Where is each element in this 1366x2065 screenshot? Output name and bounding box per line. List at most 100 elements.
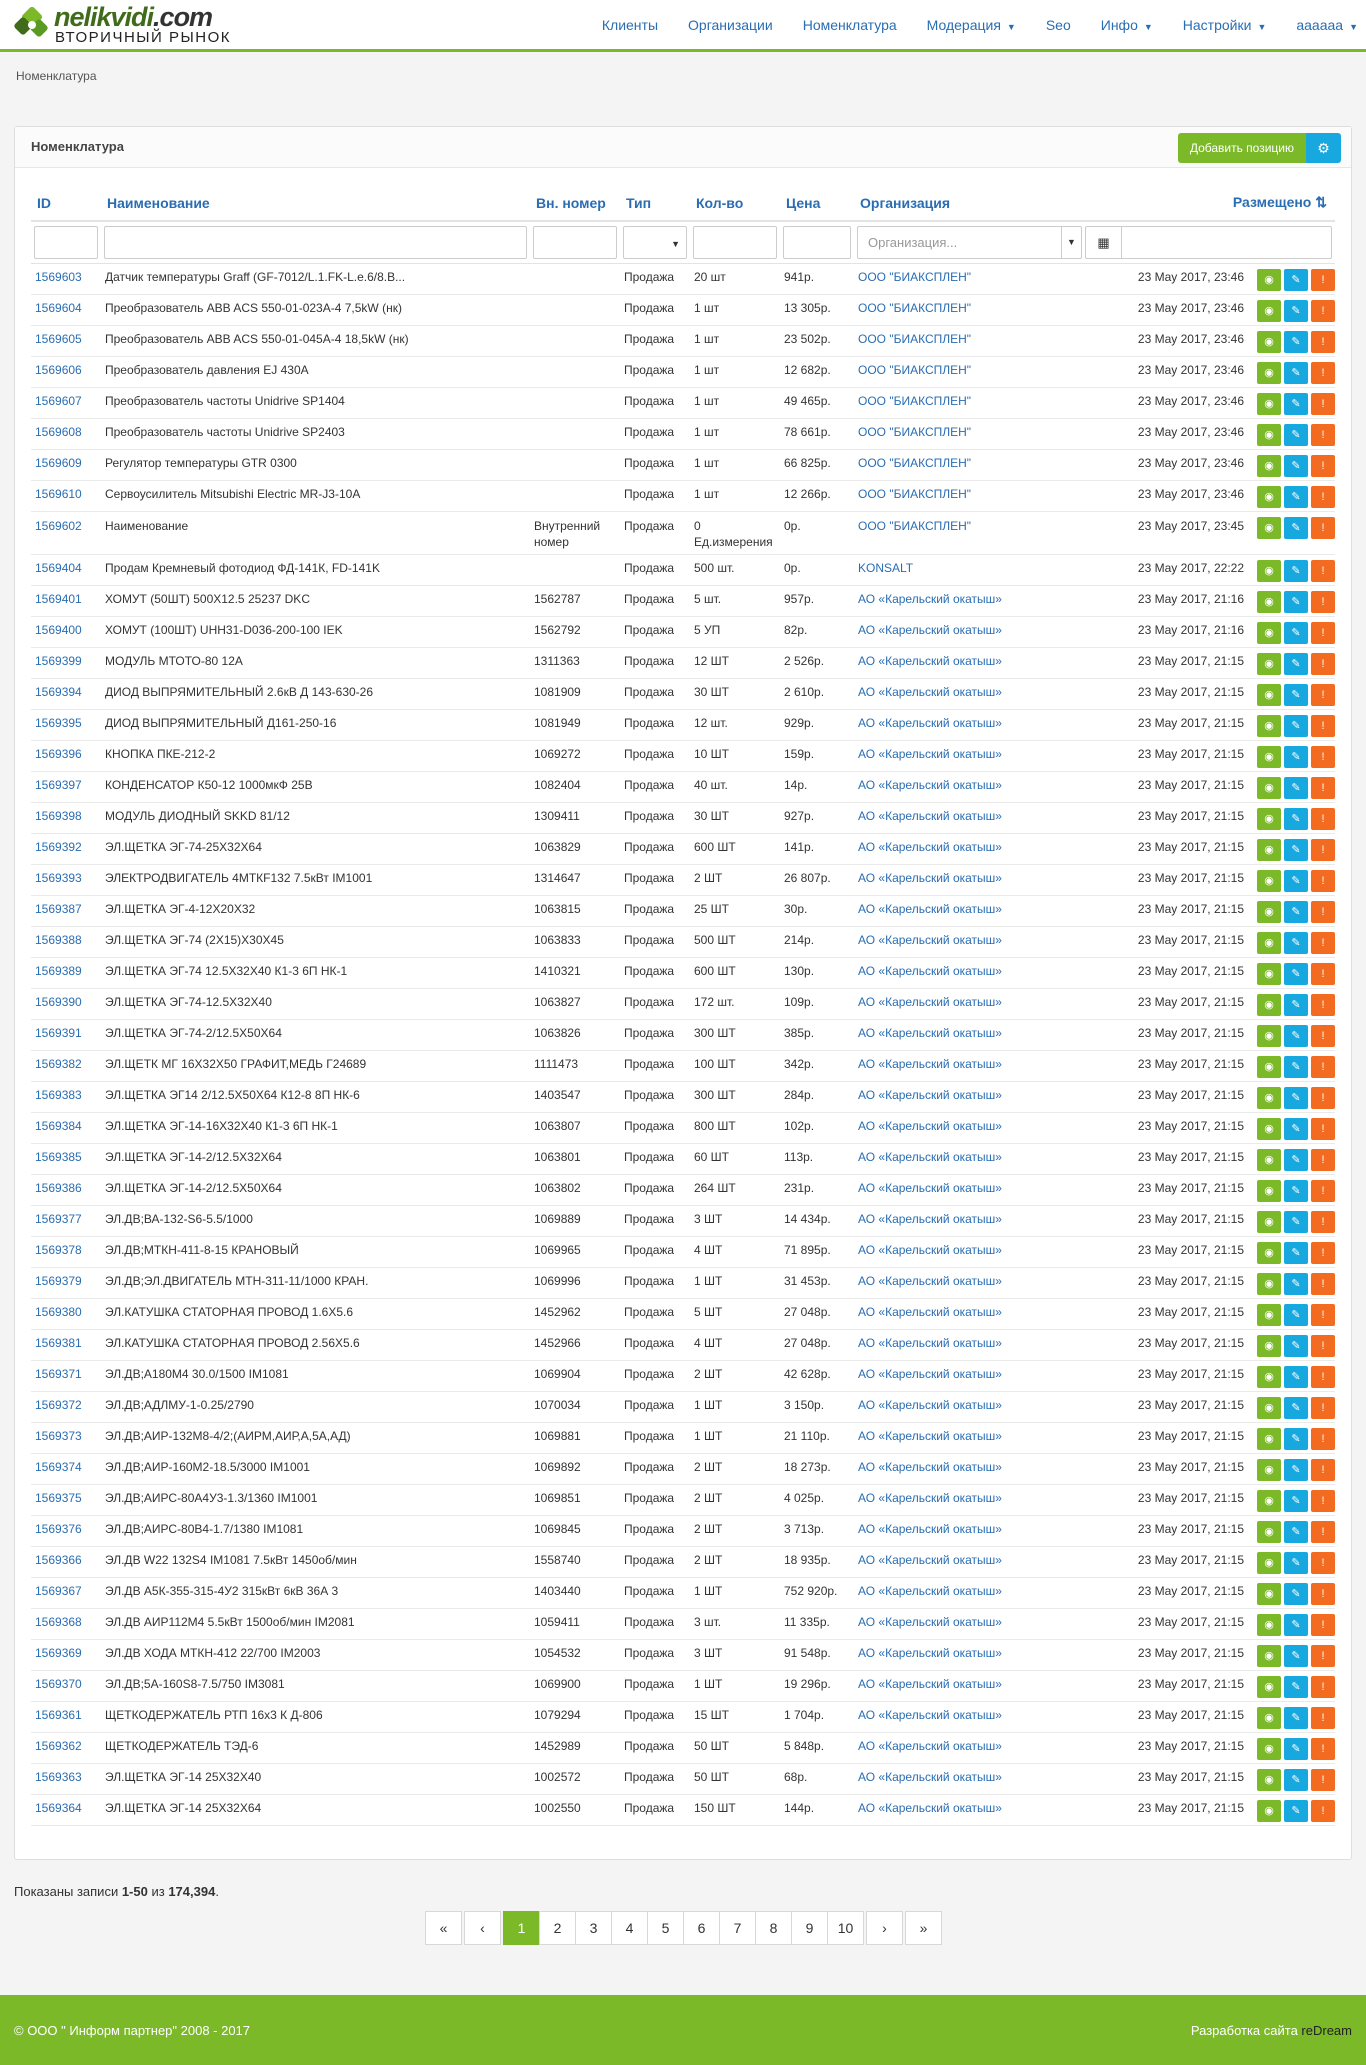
view-button[interactable]: ◉ <box>1257 1738 1281 1760</box>
row-organization-link[interactable]: АО «Карельский окатыш» <box>854 1763 1085 1795</box>
view-button[interactable]: ◉ <box>1257 870 1281 892</box>
view-button[interactable]: ◉ <box>1257 715 1281 737</box>
row-id-link[interactable]: 1569401 <box>31 585 101 617</box>
edit-button[interactable]: ✎ <box>1284 777 1308 799</box>
view-button[interactable]: ◉ <box>1257 1273 1281 1295</box>
row-organization-link[interactable]: АО «Карельский окатыш» <box>854 1360 1085 1392</box>
column-header-3[interactable]: Тип <box>620 185 690 222</box>
view-button[interactable]: ◉ <box>1257 1242 1281 1264</box>
pagination-first-button[interactable]: « <box>425 1911 462 1945</box>
view-button[interactable]: ◉ <box>1257 1366 1281 1388</box>
pagination-next-button[interactable]: › <box>866 1911 903 1945</box>
row-id-link[interactable]: 1569377 <box>31 1205 101 1237</box>
view-button[interactable]: ◉ <box>1257 517 1281 539</box>
nav-item-4[interactable]: Seo <box>1046 17 1071 33</box>
pagination-page-button[interactable]: 8 <box>755 1911 792 1945</box>
report-button[interactable]: ! <box>1311 1645 1335 1667</box>
row-organization-link[interactable]: АО «Карельский окатыш» <box>854 1174 1085 1206</box>
pagination-page-button[interactable]: 5 <box>647 1911 684 1945</box>
row-organization-link[interactable]: ООО "БИАКСПЛЕН" <box>854 449 1085 481</box>
report-button[interactable]: ! <box>1311 1552 1335 1574</box>
edit-button[interactable]: ✎ <box>1284 622 1308 644</box>
row-id-link[interactable]: 1569605 <box>31 325 101 357</box>
row-organization-link[interactable]: АО «Карельский окатыш» <box>854 1081 1085 1113</box>
report-button[interactable]: ! <box>1311 1242 1335 1264</box>
row-id-link[interactable]: 1569364 <box>31 1794 101 1826</box>
pagination-page-button[interactable]: 4 <box>611 1911 648 1945</box>
view-button[interactable]: ◉ <box>1257 1583 1281 1605</box>
pagination-page-button[interactable]: 9 <box>791 1911 828 1945</box>
row-id-link[interactable]: 1569384 <box>31 1112 101 1144</box>
row-organization-link[interactable]: ООО "БИАКСПЛЕН" <box>854 325 1085 357</box>
row-id-link[interactable]: 1569386 <box>31 1174 101 1206</box>
edit-button[interactable]: ✎ <box>1284 1397 1308 1419</box>
nav-item-1[interactable]: Организации <box>688 17 773 33</box>
row-id-link[interactable]: 1569369 <box>31 1639 101 1671</box>
report-button[interactable]: ! <box>1311 1428 1335 1450</box>
edit-button[interactable]: ✎ <box>1284 1304 1308 1326</box>
edit-button[interactable]: ✎ <box>1284 331 1308 353</box>
row-organization-link[interactable]: АО «Карельский окатыш» <box>854 1732 1085 1764</box>
view-button[interactable]: ◉ <box>1257 1397 1281 1419</box>
edit-button[interactable]: ✎ <box>1284 362 1308 384</box>
row-organization-link[interactable]: ООО "БИАКСПЛЕН" <box>854 263 1085 295</box>
column-header-1[interactable]: Наименование <box>101 185 530 222</box>
edit-button[interactable]: ✎ <box>1284 393 1308 415</box>
report-button[interactable]: ! <box>1311 591 1335 613</box>
report-button[interactable]: ! <box>1311 1459 1335 1481</box>
view-button[interactable]: ◉ <box>1257 1490 1281 1512</box>
view-button[interactable]: ◉ <box>1257 362 1281 384</box>
edit-button[interactable]: ✎ <box>1284 1118 1308 1140</box>
report-button[interactable]: ! <box>1311 362 1335 384</box>
filter-name-input[interactable] <box>104 226 527 259</box>
report-button[interactable]: ! <box>1311 808 1335 830</box>
report-button[interactable]: ! <box>1311 901 1335 923</box>
edit-button[interactable]: ✎ <box>1284 1180 1308 1202</box>
edit-button[interactable]: ✎ <box>1284 455 1308 477</box>
edit-button[interactable]: ✎ <box>1284 1056 1308 1078</box>
view-button[interactable]: ◉ <box>1257 1707 1281 1729</box>
sort-icon[interactable]: ⇅ <box>1311 194 1327 210</box>
edit-button[interactable]: ✎ <box>1284 1490 1308 1512</box>
view-button[interactable]: ◉ <box>1257 424 1281 446</box>
row-id-link[interactable]: 1569388 <box>31 926 101 958</box>
report-button[interactable]: ! <box>1311 1769 1335 1791</box>
view-button[interactable]: ◉ <box>1257 1149 1281 1171</box>
row-organization-link[interactable]: АО «Карельский окатыш» <box>854 1577 1085 1609</box>
row-organization-link[interactable]: АО «Карельский окатыш» <box>854 1112 1085 1144</box>
view-button[interactable]: ◉ <box>1257 963 1281 985</box>
pagination-page-button[interactable]: 6 <box>683 1911 720 1945</box>
column-header-7[interactable]: Размещено ⇅ <box>1085 185 1335 222</box>
pagination-page-button[interactable]: 10 <box>827 1911 864 1945</box>
row-organization-link[interactable]: АО «Карельский окатыш» <box>854 864 1085 896</box>
edit-button[interactable]: ✎ <box>1284 300 1308 322</box>
add-position-button[interactable]: Добавить позицию <box>1177 133 1306 163</box>
row-organization-link[interactable]: АО «Карельский окатыш» <box>854 1267 1085 1299</box>
row-organization-link[interactable]: KONSALT <box>854 554 1085 586</box>
edit-button[interactable]: ✎ <box>1284 560 1308 582</box>
report-button[interactable]: ! <box>1311 932 1335 954</box>
edit-button[interactable]: ✎ <box>1284 424 1308 446</box>
report-button[interactable]: ! <box>1311 1304 1335 1326</box>
row-id-link[interactable]: 1569603 <box>31 263 101 295</box>
edit-button[interactable]: ✎ <box>1284 1366 1308 1388</box>
row-id-link[interactable]: 1569373 <box>31 1422 101 1454</box>
row-id-link[interactable]: 1569399 <box>31 647 101 679</box>
report-button[interactable]: ! <box>1311 1800 1335 1822</box>
report-button[interactable]: ! <box>1311 622 1335 644</box>
view-button[interactable]: ◉ <box>1257 1769 1281 1791</box>
column-header-4[interactable]: Кол-во <box>690 185 780 222</box>
row-id-link[interactable]: 1569363 <box>31 1763 101 1795</box>
view-button[interactable]: ◉ <box>1257 1335 1281 1357</box>
report-button[interactable]: ! <box>1311 1490 1335 1512</box>
view-button[interactable]: ◉ <box>1257 1056 1281 1078</box>
view-button[interactable]: ◉ <box>1257 331 1281 353</box>
row-id-link[interactable]: 1569378 <box>31 1236 101 1268</box>
row-id-link[interactable]: 1569375 <box>31 1484 101 1516</box>
filter-price-input[interactable] <box>783 226 851 259</box>
view-button[interactable]: ◉ <box>1257 684 1281 706</box>
row-organization-link[interactable]: АО «Карельский окатыш» <box>854 1794 1085 1826</box>
report-button[interactable]: ! <box>1311 1366 1335 1388</box>
row-organization-link[interactable]: АО «Карельский окатыш» <box>854 1484 1085 1516</box>
row-id-link[interactable]: 1569366 <box>31 1546 101 1578</box>
